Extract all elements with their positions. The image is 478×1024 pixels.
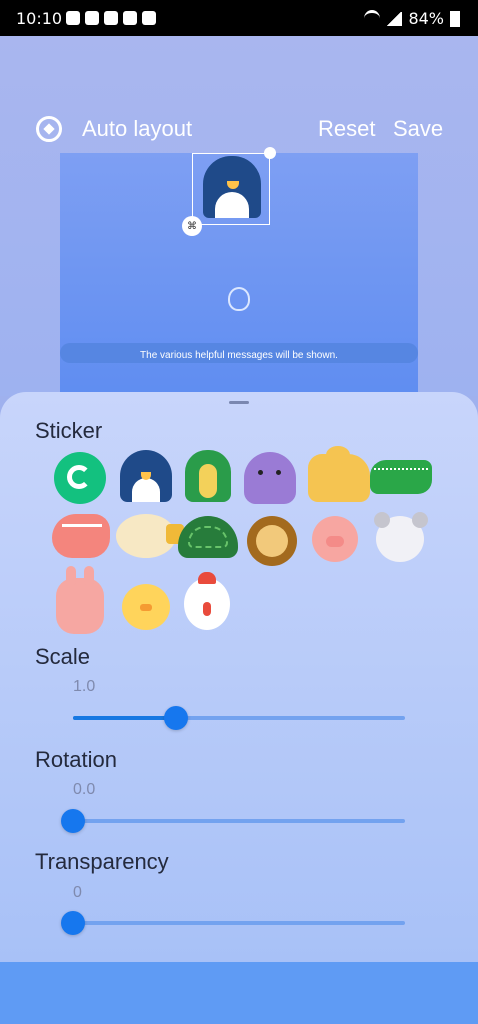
rotation-slider[interactable]: [61, 809, 405, 833]
sticker-crocodile-icon[interactable]: [370, 460, 432, 494]
scale-slider-thumb[interactable]: [163, 706, 188, 730]
lock-icon: [104, 11, 118, 25]
move-handle-icon[interactable]: ⌘: [182, 216, 202, 236]
battery-percentage: 84%: [408, 9, 444, 28]
auto-layout-label[interactable]: Auto layout: [82, 116, 192, 142]
rotation-value: 0.0: [73, 781, 96, 798]
auto-layout-icon[interactable]: [36, 116, 62, 142]
scale-slider[interactable]: [73, 706, 405, 730]
sticker-cobra-icon[interactable]: [185, 450, 231, 502]
wifi-icon: [364, 10, 381, 27]
reset-button[interactable]: Reset: [318, 116, 375, 142]
twitter-icon: [66, 11, 80, 25]
scale-value: 1.0: [73, 678, 96, 695]
battery-icon: [450, 10, 460, 27]
navigation-bar: [0, 962, 478, 1024]
scale-title: Scale: [35, 644, 91, 669]
transparency-slider-thumb[interactable]: [61, 911, 85, 935]
sticker-pig-icon[interactable]: [312, 516, 358, 562]
sticker-turtle-icon[interactable]: [178, 516, 238, 558]
sticker-title: Sticker: [35, 418, 103, 443]
sticker-penguin-icon[interactable]: [120, 450, 172, 502]
helpful-message-text: The various helpful messages will be sho…: [140, 350, 338, 361]
transparency-title: Transparency: [35, 849, 169, 874]
selected-penguin-sticker[interactable]: [203, 156, 261, 218]
transparency-slider[interactable]: [61, 911, 405, 935]
sticker-lion-icon[interactable]: [247, 516, 297, 566]
heart-icon: [142, 11, 156, 25]
sticker-chick-icon[interactable]: [122, 584, 170, 630]
rotation-slider-thumb[interactable]: [61, 809, 85, 833]
sheet-drag-handle[interactable]: [229, 401, 249, 404]
resize-handle[interactable]: [264, 147, 276, 159]
fingerprint-icon: [228, 287, 250, 311]
status-time: 10:10: [16, 9, 63, 28]
instagram-icon: [85, 11, 99, 25]
image-icon: [123, 11, 137, 25]
sticker-grid: [48, 446, 438, 640]
scale-slider-fill: [73, 716, 176, 720]
notification-icons: [66, 11, 156, 25]
signal-icon: [386, 11, 403, 26]
transparency-value: 0: [73, 884, 82, 901]
sticker-pufferfish-icon[interactable]: [116, 514, 184, 558]
sticker-octopus-icon[interactable]: [244, 452, 296, 504]
rotation-title: Rotation: [35, 747, 117, 772]
sticker-rabbit-icon[interactable]: [56, 566, 104, 634]
system-status: 84%: [364, 9, 460, 28]
sticker-chicken-icon[interactable]: [184, 572, 230, 630]
save-button[interactable]: Save: [393, 116, 443, 142]
sticker-mouse-icon[interactable]: [374, 512, 424, 562]
sticker-shrimp-icon[interactable]: [52, 514, 110, 558]
status-bar: 10:10 84%: [0, 0, 478, 36]
sticker-camel-icon[interactable]: [308, 446, 370, 502]
sticker-refresh-icon[interactable]: [54, 452, 106, 504]
